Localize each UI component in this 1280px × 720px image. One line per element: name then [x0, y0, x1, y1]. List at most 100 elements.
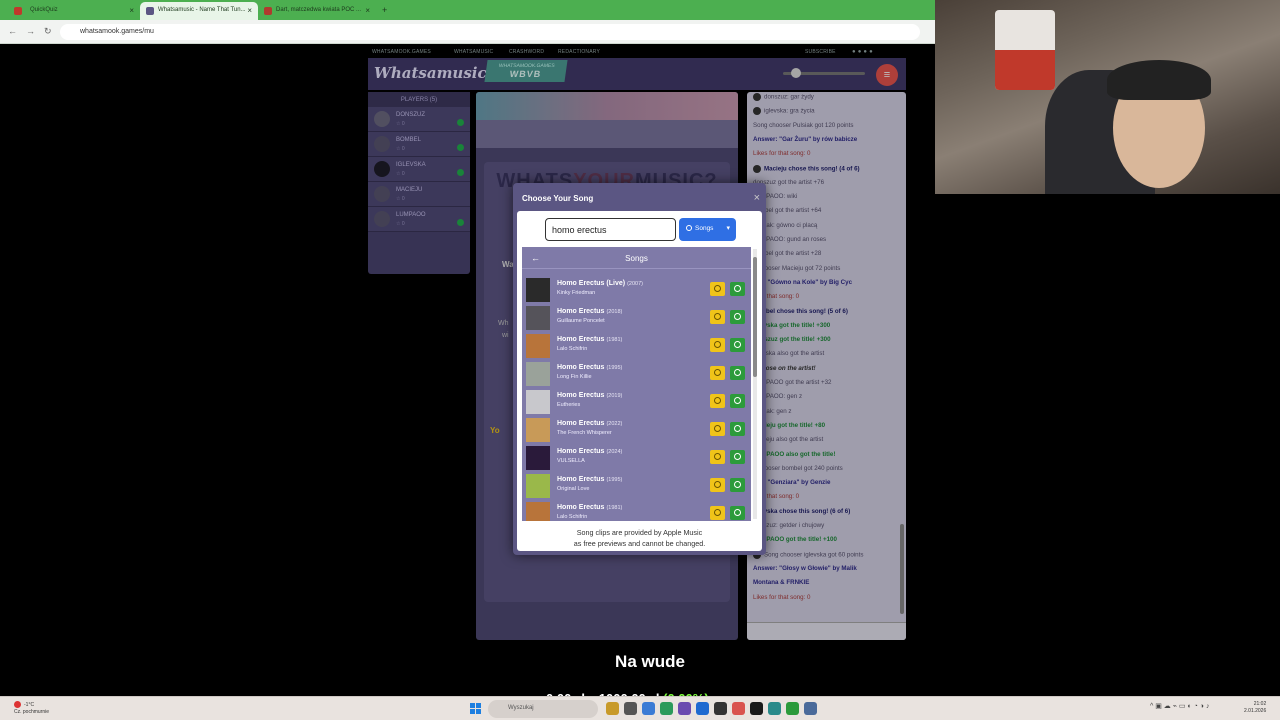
song-year: (1981) [606, 505, 623, 511]
player-row: DONSZUZ ☆ 0 [368, 107, 470, 132]
song-result-row[interactable]: Homo Erectus (1981) Lalo Schifrin [522, 333, 751, 361]
taskbar-app-icon[interactable] [750, 702, 763, 715]
chat-input[interactable] [747, 622, 906, 640]
chat-message-text: Likes for that song: 0 [753, 150, 811, 158]
song-year: (1981) [606, 337, 623, 343]
close-icon[interactable]: × [365, 6, 370, 15]
close-icon[interactable]: × [247, 6, 252, 15]
site-logo[interactable]: Whatsamusic [374, 64, 487, 82]
file-explorer-icon[interactable] [606, 702, 619, 715]
taskbar-search[interactable]: Wyszukaj [488, 700, 598, 718]
browser-tab-active[interactable]: Whatsamusic - Name That Tun... × [140, 2, 258, 20]
chat-message: Likes for that song: 0 [753, 150, 810, 158]
taskbar-app-icon[interactable] [804, 702, 817, 715]
reload-icon[interactable]: ↻ [44, 26, 52, 37]
volume-handle[interactable] [791, 68, 801, 78]
song-result-row[interactable]: Homo Erectus (2019) Eutheries [522, 389, 751, 417]
chat-message: Answer: "Głosy w Głowie" by Malik [753, 565, 857, 573]
select-song-icon[interactable] [730, 366, 745, 380]
select-song-icon[interactable] [730, 478, 745, 492]
apple-music-note: Song clips are provided by Apple Music a… [517, 527, 762, 549]
taskbar-search-placeholder: Wyszukaj [508, 705, 534, 711]
ready-check-icon [457, 144, 464, 151]
back-icon[interactable]: ← [8, 26, 17, 36]
taskbar-app-icon[interactable] [732, 702, 745, 715]
chat-scroll-thumb[interactable] [900, 524, 904, 614]
select-song-icon[interactable] [730, 338, 745, 352]
chat-scrollbar[interactable] [900, 94, 904, 614]
results-scrollbar[interactable] [753, 249, 757, 519]
play-preview-icon[interactable] [710, 394, 725, 408]
taskbar-app-icon[interactable] [696, 702, 709, 715]
play-preview-icon[interactable] [710, 366, 725, 380]
player-name: MACIEJU [396, 187, 423, 193]
song-result-row[interactable]: Homo Erectus (2018) Guillaume Poncelet [522, 305, 751, 333]
song-title-text: Homo Erectus [557, 392, 605, 399]
play-preview-icon[interactable] [710, 478, 725, 492]
browser-tab[interactable]: Dart, matczedwa kwiata POC ... × [258, 2, 376, 20]
site-top-nav: WHATSAMOOK.GAMES WHATSAMUSIC CRASHWORD R… [368, 46, 906, 58]
volume-slider[interactable] [783, 68, 865, 78]
play-preview-icon[interactable] [710, 422, 725, 436]
song-result-row[interactable]: Homo Erectus (2022) The French Whisperer [522, 417, 751, 445]
hamburger-menu-icon[interactable]: ≡ [876, 64, 898, 86]
song-result-row[interactable]: Homo Erectus (1981) Lalo Schifrin [522, 501, 751, 521]
select-song-icon[interactable] [730, 422, 745, 436]
chat-message: g chooser Macieju got 72 points [753, 265, 840, 273]
browser-app-icon[interactable] [786, 702, 799, 715]
nav-link-whatsamusic[interactable]: WHATSAMUSIC [454, 49, 493, 55]
system-tray[interactable]: ^ ▣ ☁ ⌁ ▭ ◐ ◔ ◑ ♪ [1150, 702, 1209, 710]
play-preview-icon[interactable] [710, 450, 725, 464]
chat-avatar [753, 164, 761, 173]
results-title: Songs [625, 254, 648, 263]
song-artist: Lalo Schifrin [557, 514, 588, 520]
subscribe-link[interactable]: SUBSCRIBE [805, 49, 836, 55]
search-type-button[interactable]: Songs ▾ [679, 218, 736, 241]
song-result-row[interactable]: Homo Erectus (Live) (2007) Kinky Friedman [522, 277, 751, 305]
close-icon[interactable]: × [129, 6, 134, 15]
taskbar-app-icon[interactable] [678, 702, 691, 715]
weather-temp: -1°C [24, 701, 35, 708]
close-icon[interactable]: × [754, 192, 760, 204]
play-preview-icon[interactable] [710, 282, 725, 296]
taskbar-app-icon[interactable] [660, 702, 673, 715]
player-name: BOMBEL [396, 137, 422, 143]
system-clock[interactable]: 21:02 2.01.2026 [1244, 701, 1266, 715]
browser-tab[interactable]: QuickQuiz × [4, 2, 140, 20]
nav-link-crashword[interactable]: CRASHWORD [509, 49, 544, 55]
nav-link-redactionary[interactable]: REDACTIONARY [558, 49, 600, 55]
select-song-icon[interactable] [730, 310, 745, 324]
new-tab-button[interactable]: + [382, 5, 387, 15]
play-preview-icon[interactable] [710, 506, 725, 520]
taskbar-app-icon[interactable] [624, 702, 637, 715]
play-preview-icon[interactable] [710, 310, 725, 324]
album-cover [526, 390, 550, 414]
select-song-icon[interactable] [730, 394, 745, 408]
chat-message: Song chooser Pulsiak got 120 points [753, 122, 853, 130]
play-preview-icon[interactable] [710, 338, 725, 352]
game-status-bar [476, 120, 738, 148]
weather-widget[interactable]: -1°C Cz. pochmurnie [14, 701, 49, 716]
song-result-row[interactable]: Homo Erectus (1995) Original Love [522, 473, 751, 501]
song-result-row[interactable]: Homo Erectus (1995) Long Fin Killie [522, 361, 751, 389]
nav-link-home[interactable]: WHATSAMOOK.GAMES [372, 49, 431, 55]
song-result-row[interactable]: Homo Erectus (2024) VULSELLA [522, 445, 751, 473]
forward-icon[interactable]: → [26, 26, 35, 36]
results-scroll-thumb[interactable] [753, 257, 757, 377]
taskbar-app-icon[interactable] [642, 702, 655, 715]
tab-label: Whatsamusic - Name That Tun... [158, 7, 246, 13]
player-score: ☆ 0 [396, 196, 405, 202]
players-panel: PLAYERS (5) DONSZUZ ☆ 0 BOMBEL ☆ 0 IGLEV… [368, 92, 470, 274]
taskbar-app-icon[interactable] [714, 702, 727, 715]
chevron-down-icon[interactable]: ▾ [726, 224, 730, 232]
song-title-text: Homo Erectus [557, 336, 605, 343]
taskbar-app-icon[interactable] [768, 702, 781, 715]
chat-message-text: donszuz: gar żydy [764, 93, 814, 101]
social-icons[interactable]: ● ● ● ● [852, 49, 873, 55]
song-search-input[interactable]: homo erectus [545, 218, 676, 241]
windows-start-icon[interactable] [470, 703, 482, 715]
url-field[interactable]: whatsamook.games/mu [60, 24, 920, 40]
select-song-icon[interactable] [730, 506, 745, 520]
select-song-icon[interactable] [730, 282, 745, 296]
select-song-icon[interactable] [730, 450, 745, 464]
